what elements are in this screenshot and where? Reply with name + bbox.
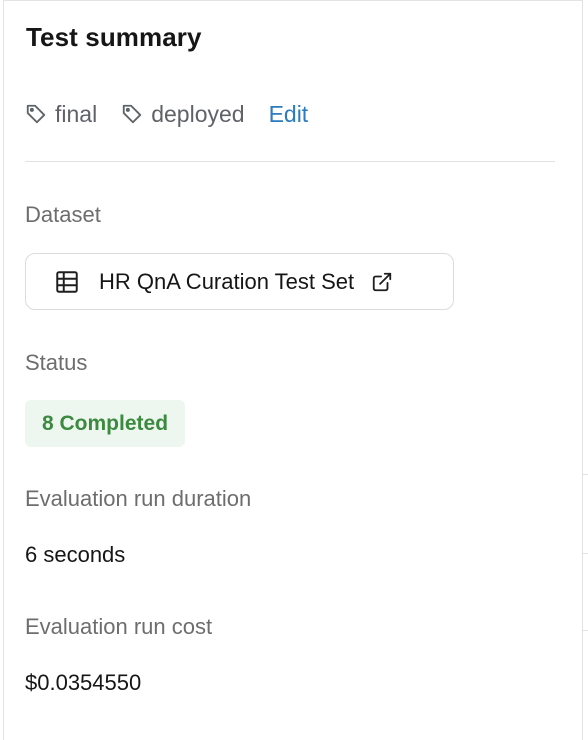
edge-divider [583, 474, 588, 475]
tag-list: final deployed Edit [25, 99, 308, 129]
dataset-label: Dataset [25, 202, 101, 227]
edit-tags-link[interactable]: Edit [269, 101, 309, 128]
tag-deployed: deployed [121, 100, 245, 128]
cost-value: $0.0354550 [25, 670, 142, 695]
table-icon [54, 269, 80, 295]
section-divider [25, 161, 555, 162]
cost-label: Evaluation run cost [25, 614, 213, 639]
duration-value: 6 seconds [25, 542, 126, 567]
duration-label: Evaluation run duration [25, 486, 252, 511]
edge-divider [583, 630, 588, 631]
tag-icon [123, 104, 142, 124]
panel-title: Test summary [26, 22, 202, 52]
tag-label: deployed [151, 100, 245, 127]
dataset-link-button[interactable]: HR QnA Curation Test Set [25, 253, 454, 310]
tag-label: final [55, 100, 98, 127]
external-link-icon [371, 271, 393, 293]
dataset-name: HR QnA Curation Test Set [99, 268, 355, 294]
status-label: Status [25, 350, 88, 375]
tag-icon [26, 104, 46, 124]
edge-divider [583, 553, 588, 554]
status-badge: 8 Completed [25, 400, 186, 447]
tag-final: final [25, 101, 97, 128]
